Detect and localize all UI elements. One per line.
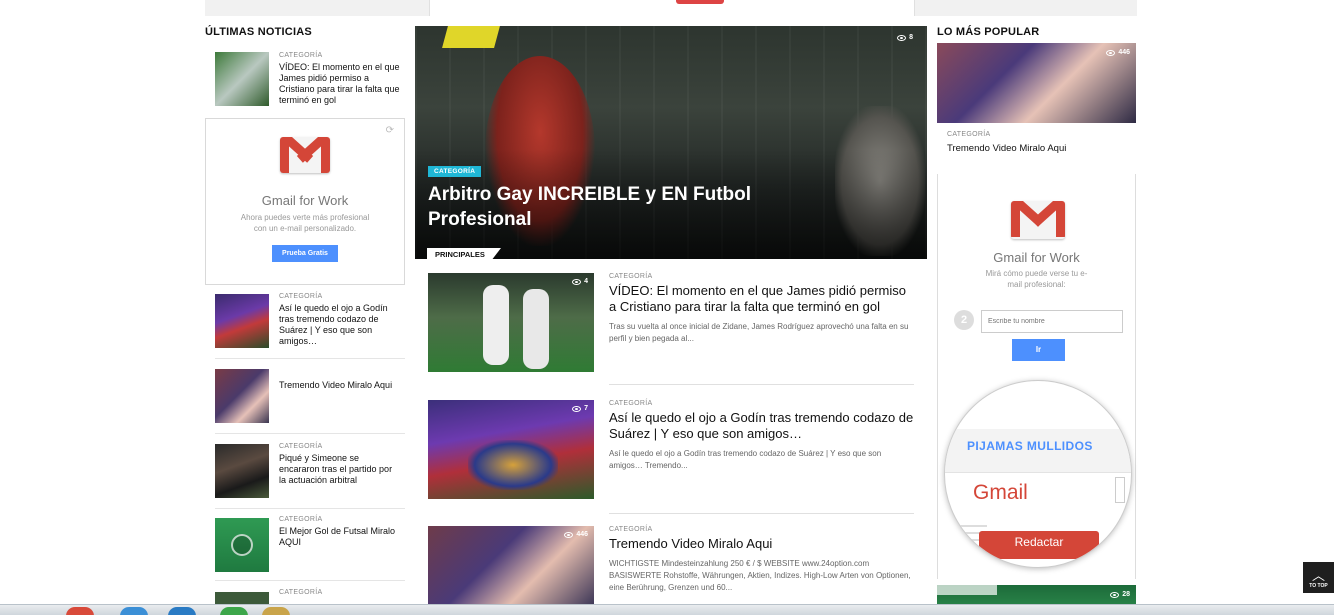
hero-category-badge[interactable]: CATEGORÍA [428,166,482,177]
item-category: CATEGORÍA [279,52,323,59]
eye-icon [1110,591,1120,598]
taskbar-app-icon[interactable] [66,607,94,615]
view-count: 28 [1110,591,1130,598]
divider [215,580,405,581]
magnify-label: PIJAMAS MULLIDOS [967,439,1093,453]
go-button[interactable]: Ir [1012,339,1065,361]
step-number: 2 [954,310,974,330]
taskbar-app-icon[interactable] [220,607,248,615]
article-thumbnail[interactable]: 446 [428,526,594,606]
item-title[interactable]: Tremendo Video Miralo Aqui [279,380,401,391]
latest-news-heading: ÚLTIMAS NOTICIAS [205,26,312,38]
ad-title: Gmail for Work [993,250,1080,265]
refresh-icon[interactable]: ⟳ [386,125,394,136]
news-thumbnail[interactable] [215,52,269,106]
chevron-up-icon: ︿ [1311,568,1325,583]
article-title[interactable]: VÍDEO: El momento en el que James pidió … [609,283,914,315]
item-category: CATEGORÍA [279,589,323,596]
popular-thumbnail[interactable]: 446 [937,43,1136,123]
divider [215,358,405,359]
os-taskbar [0,604,1334,615]
divider [609,384,914,385]
try-free-button[interactable]: Prueba Gratis [272,245,338,262]
article-category: CATEGORÍA [609,526,653,533]
eye-icon [1106,49,1116,56]
divider [215,433,405,434]
taskbar-app-icon[interactable] [168,607,196,615]
news-thumbnail[interactable] [215,369,269,423]
news-thumbnail[interactable] [215,294,269,348]
name-input[interactable] [981,310,1123,333]
view-count: 446 [564,531,588,538]
article-excerpt: WICHTIGSTE Mindesteinzahlung 250 € / $ W… [609,559,911,592]
news-thumbnail[interactable] [215,518,269,572]
hero-feature[interactable]: 8 CATEGORÍA Arbitro Gay INCREIBLE y EN F… [415,26,927,259]
to-top-button[interactable]: ︿ TO TOP [1303,562,1334,593]
popular-category: CATEGORÍA [947,131,991,138]
eye-icon [897,34,907,41]
page: ÚLTIMAS NOTICIAS CATEGORÍA VÍDEO: El mom… [0,0,1334,615]
item-category: CATEGORÍA [279,516,323,523]
item-title[interactable]: Así le quedo el ojo a Godín tras tremend… [279,303,401,347]
top-banner-strip [205,0,1137,16]
item-category: CATEGORÍA [279,443,323,450]
news-thumbnail[interactable] [215,592,269,604]
magnify-brand: Gmail [973,481,1028,504]
news-thumbnail[interactable] [215,444,269,498]
gmail-logo-icon [1011,201,1065,239]
item-title[interactable]: Piqué y Simeone se encararon tras el par… [279,453,401,486]
most-popular-heading: LO MÁS POPULAR [937,26,1040,38]
eye-icon [572,278,582,285]
view-count: 7 [572,405,588,412]
view-count: 8 [897,34,913,41]
popular-title[interactable]: Tremendo Video Miralo Aqui [947,143,1066,154]
ad-title: Gmail for Work [261,193,349,208]
ad-subtitle: Mirá cómo puede verse tu e-mail profesio… [985,269,1088,289]
article-category: CATEGORÍA [609,273,653,280]
gmail-ad-right[interactable]: Gmail for Work Mirá cómo puede verse tu … [937,174,1136,579]
item-title[interactable]: VÍDEO: El momento en el que James pidió … [279,62,401,106]
hero-title[interactable]: Arbitro Gay INCREIBLE y EN Futbol Profes… [428,182,848,232]
article-excerpt: Así le quedo el ojo a Godín tras tremend… [609,449,882,470]
taskbar-app-icon[interactable] [262,607,290,615]
gmail-magnifier-illustration: PIJAMAS MULLIDOS Gmail Redactar [944,380,1132,568]
item-category: CATEGORÍA [279,293,323,300]
article-title[interactable]: Así le quedo el ojo a Godín tras tremend… [609,410,914,442]
gmail-logo-icon [280,137,330,173]
taskbar-app-icon[interactable] [120,607,148,615]
divider [609,513,914,514]
compose-button: Redactar [979,531,1099,559]
article-thumbnail[interactable]: 4 [428,273,594,372]
divider [215,508,405,509]
play-icon [231,534,253,556]
view-count: 446 [1106,49,1130,56]
article-category: CATEGORÍA [609,400,653,407]
article-title[interactable]: Tremendo Video Miralo Aqui [609,536,914,552]
article-thumbnail[interactable]: 7 [428,400,594,499]
gmail-ad-left[interactable]: ⟳ Gmail for Work Ahora puedes verte más … [205,118,405,285]
article-excerpt: Tras su vuelta al once inicial de Zidane… [609,322,909,343]
eye-icon [572,405,582,412]
view-count: 4 [572,278,588,285]
section-label-principales: PRINCIPALES [427,248,501,261]
item-title[interactable]: El Mejor Gol de Futsal Miralo AQUI [279,526,401,548]
eye-icon [564,531,574,538]
ad-subtitle: Ahora puedes verte más profesional con u… [240,213,370,233]
